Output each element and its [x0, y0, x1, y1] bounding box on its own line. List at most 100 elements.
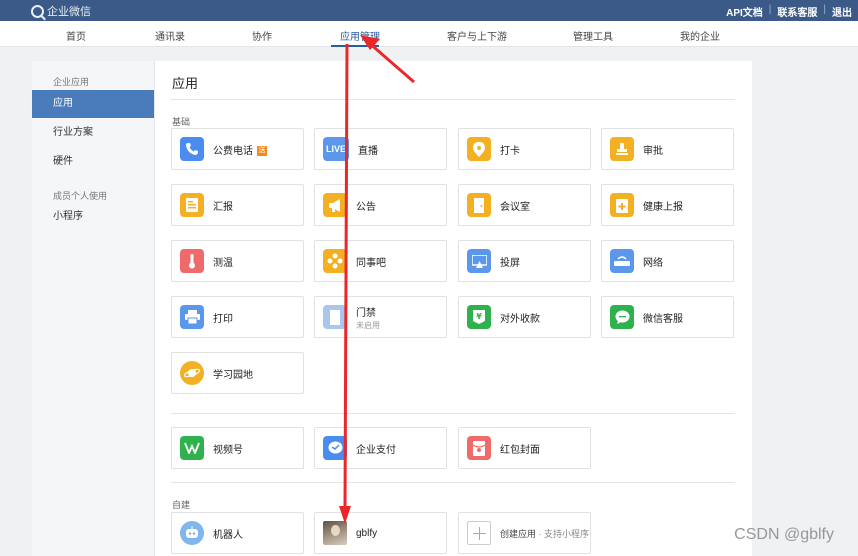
- divider: [171, 99, 735, 100]
- app-card-report[interactable]: 汇报: [171, 184, 304, 226]
- app-card-announcement[interactable]: 公告: [314, 184, 447, 226]
- live-icon: LIVE: [323, 137, 349, 161]
- section-custom: 自建: [172, 500, 191, 510]
- api-docs-link[interactable]: API文档: [726, 4, 763, 19]
- app-label: 直播: [358, 145, 378, 157]
- app-card-access-control[interactable]: 门禁 未启用: [314, 296, 447, 338]
- thermometer-icon: [180, 249, 204, 273]
- app-label: 会议室: [500, 201, 530, 213]
- app-card-approval[interactable]: 审批: [601, 128, 734, 170]
- app-card-network[interactable]: 网络: [601, 240, 734, 282]
- router-icon: [610, 249, 634, 273]
- page-title: 应用: [172, 76, 199, 91]
- app-label: 打印: [213, 313, 233, 325]
- app-label: 公告: [356, 201, 376, 213]
- create-app-button[interactable]: 创建应用 · 支持小程序: [458, 512, 591, 554]
- health-icon: [610, 193, 634, 217]
- app-label: 微信客服: [643, 313, 683, 325]
- apps-content: 应用 基础 公费电话送 LIVE 直播 打卡 审批 汇报 公告 会议室 健康上报…: [155, 61, 752, 556]
- location-icon: [467, 137, 491, 161]
- top-links: API文档 | 联系客服 | 退出: [726, 4, 852, 19]
- sidebar-item-apps[interactable]: 应用: [32, 90, 154, 118]
- main-nav: 首页 通讯录 协作 应用管理 客户与上下游 管理工具 我的企业: [0, 21, 858, 47]
- video-channel-icon: [180, 436, 204, 460]
- divider: [171, 413, 735, 414]
- top-bar: 企业微信 API文档 | 联系客服 | 退出: [0, 0, 858, 21]
- nav-active-indicator: [331, 45, 379, 47]
- app-label: 红包封面: [500, 444, 540, 456]
- logo[interactable]: 企业微信: [31, 3, 91, 19]
- app-card-checkin[interactable]: 打卡: [458, 128, 591, 170]
- main-panel: 企业应用 应用 行业方案 硬件 成员个人使用 小程序 应用 基础 公费电话送 L…: [32, 61, 752, 556]
- app-card-health-report[interactable]: 健康上报: [601, 184, 734, 226]
- door-icon: [467, 193, 491, 217]
- app-label: 投屏: [500, 257, 520, 269]
- app-card-temperature[interactable]: 测温: [171, 240, 304, 282]
- nav-my-company[interactable]: 我的企业: [680, 28, 720, 43]
- sidebar-item-industry[interactable]: 行业方案: [32, 119, 154, 147]
- yuan-icon: ¥: [467, 305, 491, 329]
- app-label: 健康上报: [643, 201, 683, 213]
- create-app-label: 创建应用: [500, 528, 537, 539]
- nav-tools[interactable]: 管理工具: [573, 28, 613, 43]
- door-access-icon: [323, 305, 347, 329]
- watermark: CSDN @gblfy: [734, 526, 834, 543]
- nav-contacts[interactable]: 通讯录: [155, 28, 185, 43]
- nav-customers[interactable]: 客户与上下游: [447, 28, 507, 43]
- logout-link[interactable]: 退出: [832, 4, 852, 19]
- red-packet-icon: [467, 436, 491, 460]
- app-card-colleague-bar[interactable]: 同事吧: [314, 240, 447, 282]
- screen-icon: [467, 249, 491, 273]
- app-label: 门禁: [356, 307, 376, 319]
- svg-text:¥: ¥: [476, 312, 482, 321]
- app-card-external-payment[interactable]: ¥ 对外收款: [458, 296, 591, 338]
- sidebar: 企业应用 应用 行业方案 硬件 成员个人使用 小程序: [32, 61, 155, 556]
- app-label: 企业支付: [356, 444, 396, 456]
- network-icon: [323, 249, 347, 273]
- app-card-robot[interactable]: 机器人: [171, 512, 304, 554]
- app-photo-icon: [323, 521, 347, 545]
- logo-text: 企业微信: [47, 6, 91, 18]
- separator: |: [823, 4, 826, 15]
- app-card-learning[interactable]: 学习园地: [171, 352, 304, 394]
- app-label: 视频号: [213, 444, 243, 456]
- app-card-video-channel[interactable]: 视频号: [171, 427, 304, 469]
- app-card-red-packet[interactable]: 红包封面: [458, 427, 591, 469]
- sidebar-group-personal: 成员个人使用: [53, 191, 108, 201]
- sidebar-item-miniprogram[interactable]: 小程序: [32, 203, 154, 231]
- app-label: 审批: [643, 145, 663, 157]
- nav-app-management[interactable]: 应用管理: [340, 28, 380, 43]
- create-app-sub: · 支持小程序: [538, 528, 590, 539]
- sidebar-item-hardware[interactable]: 硬件: [32, 148, 154, 176]
- app-card-enterprise-payment[interactable]: 企业支付: [314, 427, 447, 469]
- app-label: 对外收款: [500, 313, 540, 325]
- section-basic: 基础: [172, 117, 191, 127]
- app-label: 网络: [643, 257, 663, 269]
- app-card-gblfy[interactable]: gblfy: [314, 512, 447, 554]
- payment-icon: [323, 436, 347, 460]
- app-card-meeting-room[interactable]: 会议室: [458, 184, 591, 226]
- nav-collaboration[interactable]: 协作: [252, 28, 272, 43]
- wecom-logo-icon: [31, 4, 44, 18]
- report-icon: [180, 193, 204, 217]
- plus-icon: [467, 521, 491, 545]
- app-card-public-phone[interactable]: 公费电话送: [171, 128, 304, 170]
- phone-icon: [180, 137, 204, 161]
- robot-icon: [180, 521, 204, 545]
- promo-badge: 送: [257, 145, 267, 156]
- app-card-live[interactable]: LIVE 直播: [314, 128, 447, 170]
- app-label: 汇报: [213, 201, 233, 213]
- contact-support-link[interactable]: 联系客服: [777, 4, 817, 19]
- app-card-print[interactable]: 打印: [171, 296, 304, 338]
- app-status: 未启用: [356, 320, 380, 330]
- app-label: 机器人: [213, 529, 243, 541]
- sidebar-group-enterprise: 企业应用: [53, 77, 90, 87]
- megaphone-icon: [323, 193, 347, 217]
- app-card-wechat-service[interactable]: 微信客服: [601, 296, 734, 338]
- app-card-screen-cast[interactable]: 投屏: [458, 240, 591, 282]
- chat-icon: [610, 305, 634, 329]
- divider: [171, 482, 735, 483]
- app-label: 同事吧: [356, 257, 386, 269]
- nav-home[interactable]: 首页: [66, 28, 86, 43]
- app-label: 打卡: [500, 145, 520, 157]
